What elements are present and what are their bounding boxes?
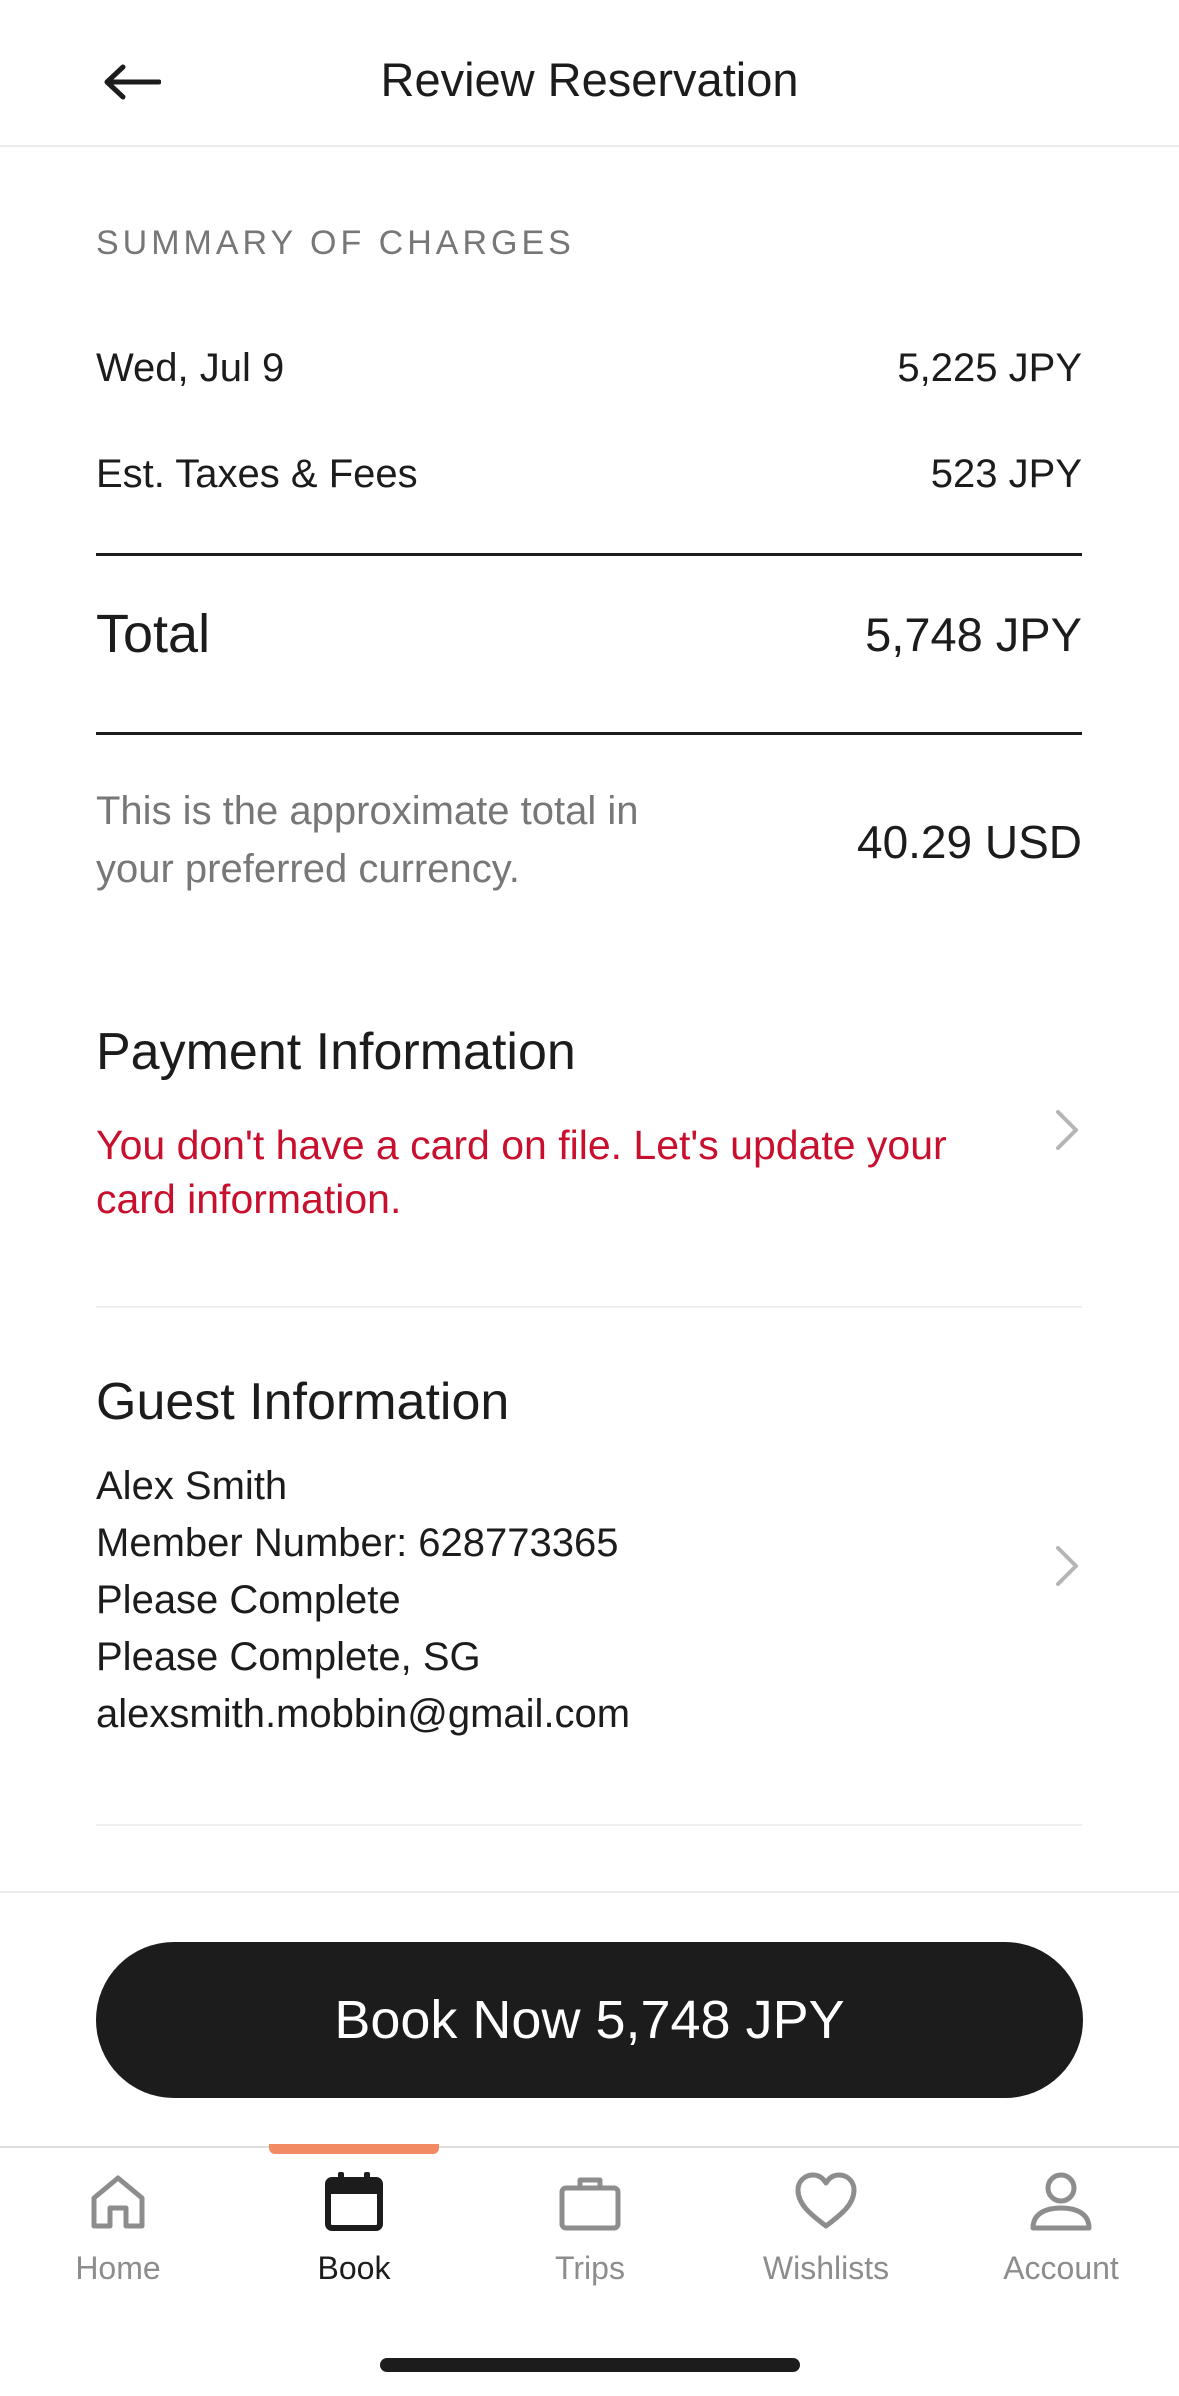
chevron-right-icon bbox=[1056, 1546, 1078, 1586]
divider bbox=[96, 1306, 1082, 1308]
charge-amount: 5,225 JPY bbox=[897, 346, 1082, 390]
calendar-icon bbox=[325, 2172, 383, 2231]
payment-information-section[interactable]: Payment Information You don't have a car… bbox=[96, 1022, 1082, 1252]
tab-account[interactable]: Account bbox=[943, 2170, 1179, 2300]
home-indicator[interactable] bbox=[380, 2358, 800, 2372]
divider bbox=[96, 732, 1082, 735]
charge-amount: 523 JPY bbox=[930, 452, 1082, 496]
total-label: Total bbox=[96, 604, 211, 664]
divider bbox=[96, 553, 1082, 556]
page-title: Review Reservation bbox=[380, 53, 799, 106]
person-icon bbox=[1030, 2172, 1092, 2231]
tab-book[interactable]: Book bbox=[236, 2170, 472, 2300]
charge-row-date: Wed, Jul 9 5,225 JPY bbox=[96, 346, 1082, 391]
top-bar: Review Reservation bbox=[0, 0, 1179, 147]
briefcase-icon bbox=[559, 2177, 621, 2231]
home-icon bbox=[91, 2175, 145, 2229]
tab-label: Book bbox=[317, 2250, 391, 2286]
charge-row-taxes: Est. Taxes & Fees 523 JPY bbox=[96, 452, 1082, 497]
tab-label: Home bbox=[75, 2250, 161, 2286]
charge-label: Est. Taxes & Fees bbox=[96, 452, 418, 496]
currency-approx-amount: 40.29 USD bbox=[856, 816, 1082, 868]
chevron-right-icon bbox=[1056, 1110, 1078, 1150]
guest-email: alexsmith.mobbin@gmail.com bbox=[96, 1692, 631, 1736]
active-tab-indicator bbox=[269, 2144, 439, 2154]
tab-home[interactable]: Home bbox=[0, 2170, 236, 2300]
tab-wishlists[interactable]: Wishlists bbox=[708, 2170, 944, 2300]
tab-trips[interactable]: Trips bbox=[472, 2170, 708, 2300]
tab-label: Wishlists bbox=[762, 2250, 890, 2286]
guest-information-section[interactable]: Guest Information Alex Smith Member Numb… bbox=[96, 1372, 1082, 1752]
payment-warning: You don't have a card on file. Let's upd… bbox=[96, 1122, 947, 1222]
tab-label: Account bbox=[1003, 2250, 1119, 2286]
guest-details: Alex Smith Member Number: 628773365 Plea… bbox=[96, 1458, 1082, 1743]
guest-title: Guest Information bbox=[96, 1373, 510, 1431]
payment-title: Payment Information bbox=[96, 1023, 576, 1081]
total-row: Total 5,748 JPY bbox=[96, 603, 1082, 665]
tab-label: Trips bbox=[555, 2250, 625, 2286]
currency-approx-note: This is the approximate total in your pr… bbox=[96, 789, 639, 891]
total-amount: 5,748 JPY bbox=[865, 607, 1082, 661]
guest-member-number: Member Number: 628773365 bbox=[96, 1521, 619, 1565]
summary-section-label: SUMMARY OF CHARGES bbox=[96, 224, 575, 262]
heart-icon bbox=[795, 2172, 857, 2229]
divider bbox=[96, 1824, 1082, 1826]
footer-divider bbox=[0, 1891, 1179, 1893]
guest-address-line: Please Complete bbox=[96, 1578, 401, 1622]
guest-name: Alex Smith bbox=[96, 1464, 288, 1508]
guest-city-country: Please Complete, SG bbox=[96, 1635, 481, 1679]
book-now-button[interactable]: Book Now 5,748 JPY bbox=[96, 1942, 1083, 2098]
charge-label: Wed, Jul 9 bbox=[96, 346, 285, 390]
